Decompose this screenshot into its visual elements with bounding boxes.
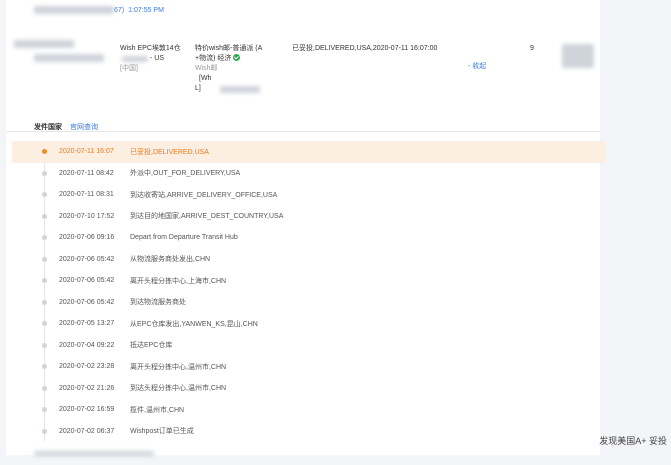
timeline-event: 2020-07-06 05:42 到达物流服务商处 <box>12 292 606 314</box>
event-description: Depart from Departure Transit Hub <box>130 234 238 242</box>
event-date: 2020-07-04 09:22 <box>59 341 115 349</box>
redacted-thumbnail <box>562 44 594 68</box>
status-dot-icon <box>42 342 47 348</box>
status-dot-icon <box>42 213 47 219</box>
redacted-header-text <box>34 6 114 14</box>
event-description: 从EPC仓库发出,YANWEN_KS,昆山,CHN <box>130 320 258 328</box>
event-date: 2020-07-02 06:37 <box>59 427 115 435</box>
event-description: 到达头程分拣中心,温州市,CHN <box>130 385 227 393</box>
event-description: 外派中,OUT_FOR_DELIVERY,USA <box>130 170 241 178</box>
event-date: 2020-07-11 08:42 <box>59 169 114 177</box>
event-date: 2020-07-02 16:59 <box>59 406 115 414</box>
check-icon <box>233 54 241 61</box>
tracking-header: 发件国家 官网查询 <box>34 122 98 132</box>
timeline-event: 2020-07-11 08:31 到达收寄站,ARRIVE_DELIVERY_OF… <box>12 184 606 206</box>
order-header: 67) 1:07:55 PM <box>34 4 164 16</box>
timeline-event: 2020-07-06 05:42 从物流服务商处发出,CHN <box>12 249 606 271</box>
event-date: 2020-07-02 21:26 <box>59 384 115 392</box>
status-dot-icon <box>42 299 47 305</box>
order-id-link[interactable]: 67) <box>114 7 124 14</box>
event-description: Wishpost订单已生成 <box>130 428 194 436</box>
status-dot-icon <box>42 170 47 176</box>
timeline-event: 2020-07-06 09:16 Depart from Departure Tr… <box>12 227 606 249</box>
watermark-text: 发现美国A+ 妥投 <box>599 436 667 446</box>
timeline-event: 2020-07-02 23:28 离开头程分拣中心,温州市,CHN <box>12 356 606 378</box>
event-description: 已妥投,DELIVERED,USA <box>130 148 209 156</box>
redacted-service <box>220 86 260 93</box>
status-dot-icon <box>42 385 47 391</box>
event-date: 2020-07-02 23:28 <box>59 363 115 371</box>
timeline-event: 2020-07-11 16:07 已妥投,DELIVERED,USA <box>12 141 606 163</box>
timeline-event: 2020-07-02 16:59 揽件,温州市,CHN <box>12 399 606 421</box>
event-description: 离开头程分拣中心,上海市,CHN <box>130 277 227 285</box>
status-dot-icon <box>42 321 47 326</box>
redacted-customer <box>14 40 74 48</box>
product-name: Wish EPC埃敦14仓 <box>120 45 181 52</box>
timeline-event: 2020-07-02 21:26 到达头程分拣中心,温州市,CHN <box>12 378 606 400</box>
order-time: 1:07:55 PM <box>128 6 164 14</box>
event-description: 到达目的地国家,ARRIVE_DEST_COUNTRY,USA <box>130 213 284 221</box>
event-description: 抵达EPC仓库 <box>130 342 173 350</box>
origin-country-label: 发件国家 <box>34 124 62 131</box>
timeline-event: 2020-07-06 05:42 离开头程分拣中心,上海市,CHN <box>12 270 606 292</box>
order-status: 已妥投,DELIVERED,USA,2020-07-11 16:07:00 <box>292 45 438 52</box>
service-warehouse: [Wh <box>199 75 212 82</box>
timeline-event: 2020-07-10 17:52 到达目的地国家,ARRIVE_DEST_COUN… <box>12 206 606 228</box>
event-date: 2020-07-10 17:52 <box>59 212 115 220</box>
timeline-event: 2020-07-02 06:37 Wishpost订单已生成 <box>12 421 606 443</box>
event-date: 2020-07-05 13:27 <box>59 320 115 328</box>
event-date: 2020-07-06 05:42 <box>59 298 115 306</box>
event-date: 2020-07-11 08:31 <box>59 191 114 199</box>
official-query-link[interactable]: 官网查询 <box>70 124 98 131</box>
status-dot-icon <box>42 428 47 434</box>
timeline-event: 2020-07-11 08:42 外派中,OUT_FOR_DELIVERY,USA <box>12 163 606 185</box>
current-status-dot-icon <box>42 149 47 154</box>
status-dot-icon <box>42 364 47 369</box>
event-description: 到达物流服务商处 <box>130 299 186 307</box>
collapse-link[interactable]: - 收起 <box>468 62 486 72</box>
timeline-event: 2020-07-04 09:22 抵达EPC仓库 <box>12 335 606 357</box>
tracking-timeline: 2020-07-11 16:07 已妥投,DELIVERED,USA 2020-07… <box>12 141 606 442</box>
event-description: 从物流服务商处发出,CHN <box>130 256 211 264</box>
order-tracking-card: 67) 1:07:55 PM Wish EPC埃敦14仓 - US [中国] 特… <box>6 0 606 456</box>
redacted-product <box>122 56 148 62</box>
redacted-customer-sub <box>34 54 104 62</box>
order-row: Wish EPC埃敦14仓 - US [中国] 特价wish邮-普通派 (A +… <box>6 32 600 132</box>
service-name: 特价wish邮-普通派 (A <box>195 45 263 52</box>
event-description: 到达收寄站,ARRIVE_DELIVERY_OFFICE,USA <box>130 191 278 199</box>
redacted-footer <box>34 451 154 456</box>
order-count: 9 <box>530 45 534 52</box>
service-type: +物流) 经济 <box>195 55 232 62</box>
status-dot-icon <box>42 256 47 262</box>
event-date: 2020-07-06 05:42 <box>59 277 115 285</box>
event-description: 揽件,温州市,CHN <box>130 406 185 414</box>
status-dot-icon <box>42 407 47 412</box>
status-dot-icon <box>42 235 47 240</box>
status-dot-icon <box>42 192 47 197</box>
event-description: 离开头程分拣中心,温州市,CHN <box>130 363 227 371</box>
status-dot-icon <box>42 278 47 283</box>
timeline-event: 2020-07-05 13:27 从EPC仓库发出,YANWEN_KS,昆山,CH… <box>12 313 606 335</box>
service-carrier: Wish邮 <box>195 65 218 72</box>
event-date: 2020-07-11 16:07 <box>59 148 114 156</box>
product-origin: [中国] <box>120 65 138 72</box>
event-date: 2020-07-06 09:16 <box>59 234 115 242</box>
event-date: 2020-07-06 05:42 <box>59 255 115 263</box>
